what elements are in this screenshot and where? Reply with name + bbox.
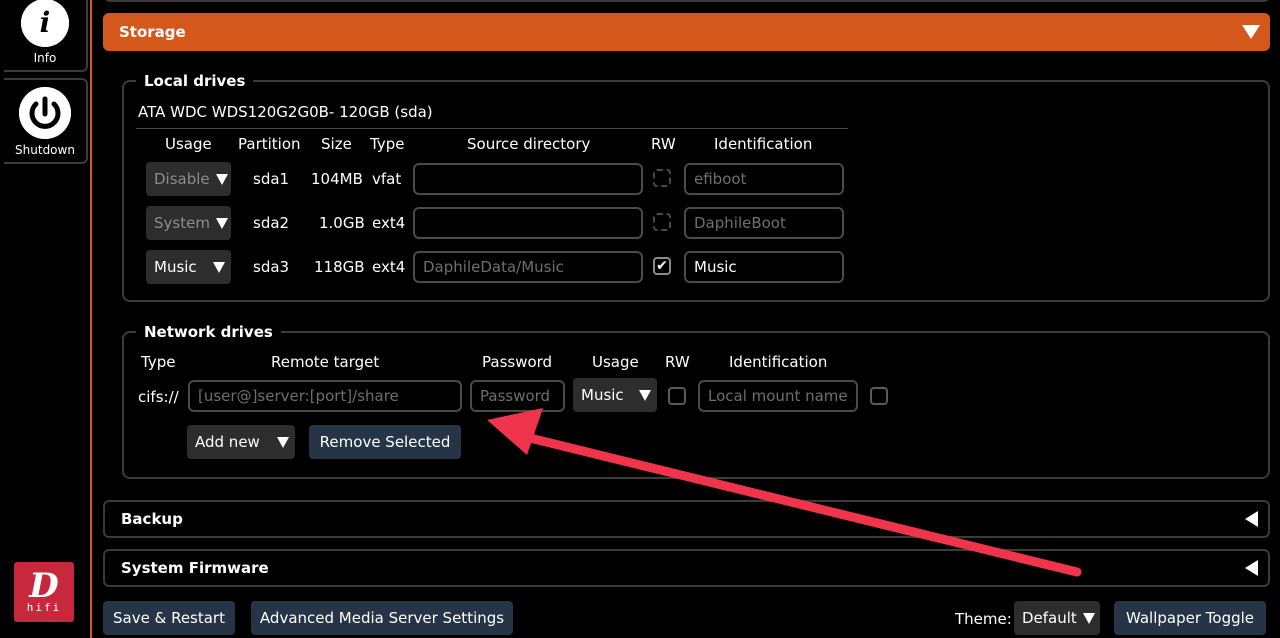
remote-target-input[interactable]: [user@]server:[port]/share [188, 380, 462, 412]
chevron-down-icon [215, 217, 228, 229]
rw-checkbox-sda2[interactable] [653, 213, 671, 231]
previous-panel-edge [104, 0, 1270, 2]
firmware-panel-header[interactable]: System Firmware [103, 549, 1270, 587]
partition-sda1: sda1 [253, 170, 290, 188]
logo-letter: D [29, 566, 59, 606]
local-mount-name-input[interactable]: Local mount name [698, 380, 858, 412]
size-sda3: 118GB [314, 258, 365, 276]
dhifi-logo: D hifi [14, 562, 74, 622]
col-usage: Usage [165, 135, 212, 153]
shutdown-button[interactable]: Shutdown [4, 78, 88, 164]
firmware-title: System Firmware [121, 559, 269, 577]
advanced-settings-button[interactable]: Advanced Media Server Settings [251, 601, 513, 635]
info-button[interactable]: i Info [4, 0, 88, 72]
chevron-down-icon [213, 261, 225, 273]
col-source: Source directory [467, 135, 591, 153]
rw-checkbox-sda3[interactable]: ✔ [653, 257, 671, 275]
remove-selected-button[interactable]: Remove Selected [309, 425, 461, 459]
drive-divider [136, 128, 848, 129]
net-rw-checkbox[interactable] [668, 387, 686, 405]
power-icon [19, 87, 71, 139]
chevron-down-icon [215, 173, 228, 185]
triangle-left-icon [1245, 511, 1258, 527]
storage-panel-header[interactable]: Storage [103, 13, 1270, 51]
type-sda2: ext4 [372, 214, 406, 232]
theme-label: Theme: [955, 610, 1012, 628]
svg-text:i: i [40, 6, 51, 39]
sidebar-divider [90, 0, 92, 638]
source-dir-sda3[interactable]: DaphileData/Music [413, 251, 643, 283]
triangle-left-icon [1245, 560, 1258, 576]
theme-select[interactable]: Default [1014, 601, 1100, 635]
theme-value: Default [1022, 609, 1077, 627]
type-sda1: vfat [372, 170, 402, 188]
add-new-label: Add new [195, 433, 260, 451]
password-input[interactable]: Password [470, 380, 565, 412]
type-sda3: ext4 [372, 258, 406, 276]
usage-value: Disable [154, 170, 210, 188]
chevron-down-icon [1082, 612, 1095, 624]
identification-sda3[interactable]: Music [684, 251, 844, 283]
rw-checkbox-sda1[interactable] [653, 169, 671, 187]
backup-panel-header[interactable]: Backup [103, 500, 1270, 538]
net-col-password: Password [482, 353, 553, 371]
size-sda1: 104MB [311, 170, 363, 188]
usage-value: Music [154, 258, 197, 276]
source-dir-sda2[interactable] [413, 207, 643, 239]
checkmark-icon: ✔ [656, 258, 668, 274]
usage-select-sda1[interactable]: Disable [146, 162, 231, 196]
storage-title: Storage [119, 23, 186, 41]
source-dir-sda1[interactable] [413, 163, 643, 195]
chevron-down-icon [277, 436, 289, 448]
col-size: Size [321, 135, 352, 153]
identification-sda1[interactable]: efiboot [684, 163, 844, 195]
shutdown-label: Shutdown [15, 143, 75, 157]
triangle-down-icon [1242, 25, 1260, 39]
partition-sda2: sda2 [253, 214, 290, 232]
partition-sda3: sda3 [253, 258, 290, 276]
size-sda2: 1.0GB [319, 214, 365, 232]
net-col-rw: RW [665, 353, 690, 371]
save-restart-button[interactable]: Save & Restart [103, 601, 235, 635]
sidebar: i Info Shutdown D hifi [0, 0, 90, 638]
net-col-usage: Usage [592, 353, 639, 371]
add-new-select[interactable]: Add new [187, 425, 295, 459]
usage-value: Music [581, 386, 624, 404]
backup-title: Backup [121, 510, 183, 528]
net-select-checkbox[interactable] [870, 387, 888, 405]
identification-sda2[interactable]: DaphileBoot [684, 207, 844, 239]
net-usage-select[interactable]: Music [573, 378, 657, 412]
net-col-remote: Remote target [271, 353, 380, 371]
col-rw: RW [651, 135, 676, 153]
info-label: Info [33, 51, 57, 65]
usage-value: System [154, 214, 210, 232]
net-col-type: Type [141, 353, 176, 371]
network-drives-legend: Network drives [136, 323, 281, 341]
col-identification: Identification [714, 135, 813, 153]
wallpaper-toggle-button[interactable]: Wallpaper Toggle [1114, 601, 1266, 635]
info-icon: i [21, 0, 69, 47]
local-drives-legend: Local drives [136, 72, 254, 90]
net-type: cifs:// [138, 388, 179, 406]
usage-select-sda3[interactable]: Music [146, 250, 231, 284]
chevron-down-icon [639, 389, 651, 401]
usage-select-sda2[interactable]: System [146, 206, 231, 240]
logo-text: hifi [26, 601, 62, 614]
drive-name: ATA WDC WDS120G2G0B- 120GB (sda) [138, 103, 433, 121]
net-col-identification: Identification [729, 353, 828, 371]
col-partition: Partition [238, 135, 301, 153]
col-type: Type [370, 135, 405, 153]
